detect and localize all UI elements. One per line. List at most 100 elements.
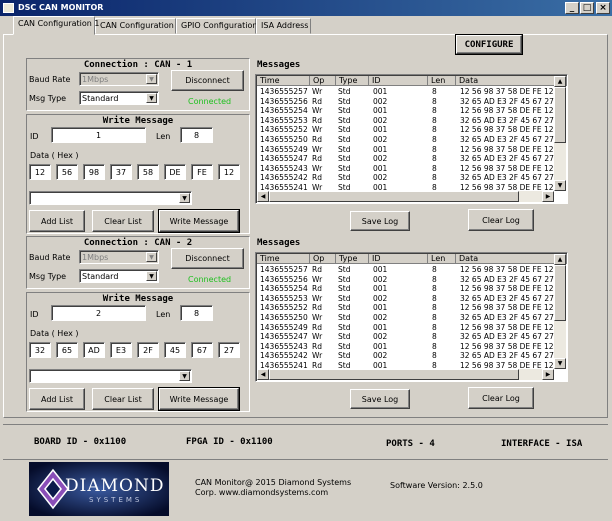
dropdown-arrow-icon[interactable]: ▼ xyxy=(146,93,157,103)
column-header[interactable]: Time xyxy=(257,76,310,86)
write-message-button[interactable]: Write Message xyxy=(158,387,240,411)
baud-rate-select[interactable]: 1Mbps ▼ xyxy=(79,72,159,86)
scroll-right-icon[interactable]: ▶ xyxy=(542,369,554,380)
table-row[interactable]: 1436555250 Rd Std 002 8 32 65 AD E3 2F 45 67 … xyxy=(257,136,555,144)
msg-type-select[interactable]: Standard ▼ xyxy=(79,91,159,105)
data-byte-input[interactable]: 12 xyxy=(29,164,51,180)
minimize-button[interactable]: _ xyxy=(565,2,579,14)
title-bar[interactable]: DSC CAN MONITOR xyxy=(0,0,612,16)
table-row[interactable]: 1436555257 Rd Std 001 8 12 56 98 37 58 DE FE … xyxy=(257,266,555,274)
column-header[interactable]: Op xyxy=(310,254,336,264)
tab-gpio-config[interactable]: GPIO Configuration xyxy=(176,18,257,34)
data-byte-input[interactable]: 32 xyxy=(29,342,51,358)
table-row[interactable]: 1436555249 Wr Std 001 8 12 56 98 37 58 DE FE … xyxy=(257,145,555,154)
dropdown-arrow-icon[interactable]: ▼ xyxy=(146,74,157,84)
len-input[interactable]: 8 xyxy=(180,127,213,143)
tab-can-config-1[interactable]: CAN Configuration 1 xyxy=(13,16,99,35)
scroll-left-icon[interactable]: ◀ xyxy=(257,191,269,202)
clear-list-button[interactable]: Clear List xyxy=(92,210,154,232)
close-button[interactable]: × xyxy=(596,2,610,14)
messages-list[interactable]: Time Op Type ID Len Data 1436555257 Rd Std 001 8 12… xyxy=(255,252,568,382)
scroll-thumb[interactable] xyxy=(554,87,566,143)
msg-type-select[interactable]: Standard ▼ xyxy=(79,269,159,283)
data-byte-input[interactable]: 2F xyxy=(137,342,159,358)
table-row[interactable]: 1436555243 Rd Std 001 8 12 56 98 37 58 DE FE … xyxy=(257,342,555,351)
table-row[interactable]: 1436555256 Wr Std 002 8 32 65 AD E3 2F 45 67 … xyxy=(257,275,555,284)
column-header[interactable]: Len xyxy=(428,254,456,264)
column-header[interactable]: Type xyxy=(336,76,369,86)
history-select[interactable]: ▼ xyxy=(29,369,192,383)
history-select[interactable]: ▼ xyxy=(29,191,192,205)
baud-rate-select[interactable]: 1Mbps ▼ xyxy=(79,250,159,264)
hscroll-thumb[interactable] xyxy=(269,369,519,380)
table-row[interactable]: 1436555257 Wr Std 001 8 12 56 98 37 58 DE FE … xyxy=(257,88,555,96)
data-byte-input[interactable]: 12 xyxy=(218,164,240,180)
scroll-up-icon[interactable]: ▲ xyxy=(554,254,566,265)
write-message-button[interactable]: Write Message xyxy=(158,209,240,233)
vertical-scrollbar[interactable]: ▲ ▼ xyxy=(554,254,566,369)
id-input[interactable]: 1 xyxy=(51,127,146,143)
table-row[interactable]: 1436555253 Rd Std 002 8 32 65 AD E3 2F 45 67 … xyxy=(257,116,555,125)
table-row[interactable]: 1436555252 Wr Std 001 8 12 56 98 37 58 DE FE … xyxy=(257,126,555,134)
add-list-button[interactable]: Add List xyxy=(29,210,85,232)
configure-button[interactable]: CONFIGURE xyxy=(455,34,523,55)
table-row[interactable]: 1436555253 Wr Std 002 8 32 65 AD E3 2F 45 67 … xyxy=(257,294,555,303)
horizontal-scrollbar[interactable]: ◀ ▶ xyxy=(257,191,554,202)
tab-can-config-2[interactable]: CAN Configuration 2 xyxy=(95,18,181,34)
table-row[interactable]: 1436555247 Rd Std 002 8 32 65 AD E3 2F 45 67 … xyxy=(257,155,555,163)
tab-isa-address[interactable]: ISA Address xyxy=(256,18,311,34)
table-row[interactable]: 1436555256 Rd Std 002 8 32 65 AD E3 2F 45 67 … xyxy=(257,97,555,106)
len-input[interactable]: 8 xyxy=(180,305,213,321)
table-row[interactable]: 1436555247 Wr Std 002 8 32 65 AD E3 2F 45 67 … xyxy=(257,333,555,341)
data-byte-input[interactable]: FE xyxy=(191,164,213,180)
column-header[interactable]: Type xyxy=(336,254,369,264)
disconnect-button[interactable]: Disconnect xyxy=(171,248,244,269)
scroll-down-icon[interactable]: ▼ xyxy=(554,180,566,191)
column-header[interactable]: Len xyxy=(428,76,456,86)
add-list-button[interactable]: Add List xyxy=(29,388,85,410)
horizontal-scrollbar[interactable]: ◀ ▶ xyxy=(257,369,554,380)
column-header[interactable]: Data xyxy=(456,254,567,264)
maximize-button[interactable]: □ xyxy=(580,2,594,14)
data-byte-input[interactable]: 65 xyxy=(56,342,78,358)
table-row[interactable]: 1436555250 Wr Std 002 8 32 65 AD E3 2F 45 67 … xyxy=(257,314,555,322)
scroll-right-icon[interactable]: ▶ xyxy=(542,191,554,202)
table-row[interactable]: 1436555254 Wr Std 001 8 12 56 98 37 58 DE FE … xyxy=(257,107,555,115)
column-header[interactable]: Op xyxy=(310,76,336,86)
dropdown-arrow-icon[interactable]: ▼ xyxy=(146,271,157,281)
column-header[interactable]: ID xyxy=(369,254,428,264)
data-byte-input[interactable]: 45 xyxy=(164,342,186,358)
scroll-thumb[interactable] xyxy=(554,265,566,321)
vertical-scrollbar[interactable]: ▲ ▼ xyxy=(554,76,566,191)
clear-list-button[interactable]: Clear List xyxy=(92,388,154,410)
table-row[interactable]: 1436555252 Rd Std 001 8 12 56 98 37 58 DE FE … xyxy=(257,304,555,312)
disconnect-button[interactable]: Disconnect xyxy=(171,70,244,91)
data-byte-input[interactable]: 37 xyxy=(110,164,132,180)
scroll-down-icon[interactable]: ▼ xyxy=(554,358,566,369)
table-row[interactable]: 1436555249 Rd Std 001 8 12 56 98 37 58 DE FE … xyxy=(257,323,555,332)
column-header[interactable]: ID xyxy=(369,76,428,86)
data-byte-input[interactable]: 27 xyxy=(218,342,240,358)
dropdown-arrow-icon[interactable]: ▼ xyxy=(146,252,157,262)
hscroll-thumb[interactable] xyxy=(269,191,519,202)
data-byte-input[interactable]: DE xyxy=(164,164,186,180)
column-header[interactable]: Data xyxy=(456,76,567,86)
clear-log-button[interactable]: Clear Log xyxy=(468,387,534,409)
table-row[interactable]: 1436555243 Wr Std 001 8 12 56 98 37 58 DE FE … xyxy=(257,164,555,173)
save-log-button[interactable]: Save Log xyxy=(350,389,410,409)
data-byte-input[interactable]: 98 xyxy=(83,164,105,180)
data-byte-input[interactable]: 56 xyxy=(56,164,78,180)
scroll-left-icon[interactable]: ◀ xyxy=(257,369,269,380)
dropdown-arrow-icon[interactable]: ▼ xyxy=(179,371,190,381)
table-row[interactable]: 1436555254 Rd Std 001 8 12 56 98 37 58 DE FE … xyxy=(257,285,555,293)
table-row[interactable]: 1436555242 Wr Std 002 8 32 65 AD E3 2F 45 67 … xyxy=(257,352,555,360)
data-byte-input[interactable]: 58 xyxy=(137,164,159,180)
clear-log-button[interactable]: Clear Log xyxy=(468,209,534,231)
data-byte-input[interactable]: E3 xyxy=(110,342,132,358)
id-input[interactable]: 2 xyxy=(51,305,146,321)
scroll-up-icon[interactable]: ▲ xyxy=(554,76,566,87)
data-byte-input[interactable]: AD xyxy=(83,342,105,358)
save-log-button[interactable]: Save Log xyxy=(350,211,410,231)
table-row[interactable]: 1436555242 Rd Std 002 8 32 65 AD E3 2F 45 67 … xyxy=(257,174,555,182)
dropdown-arrow-icon[interactable]: ▼ xyxy=(179,193,190,203)
